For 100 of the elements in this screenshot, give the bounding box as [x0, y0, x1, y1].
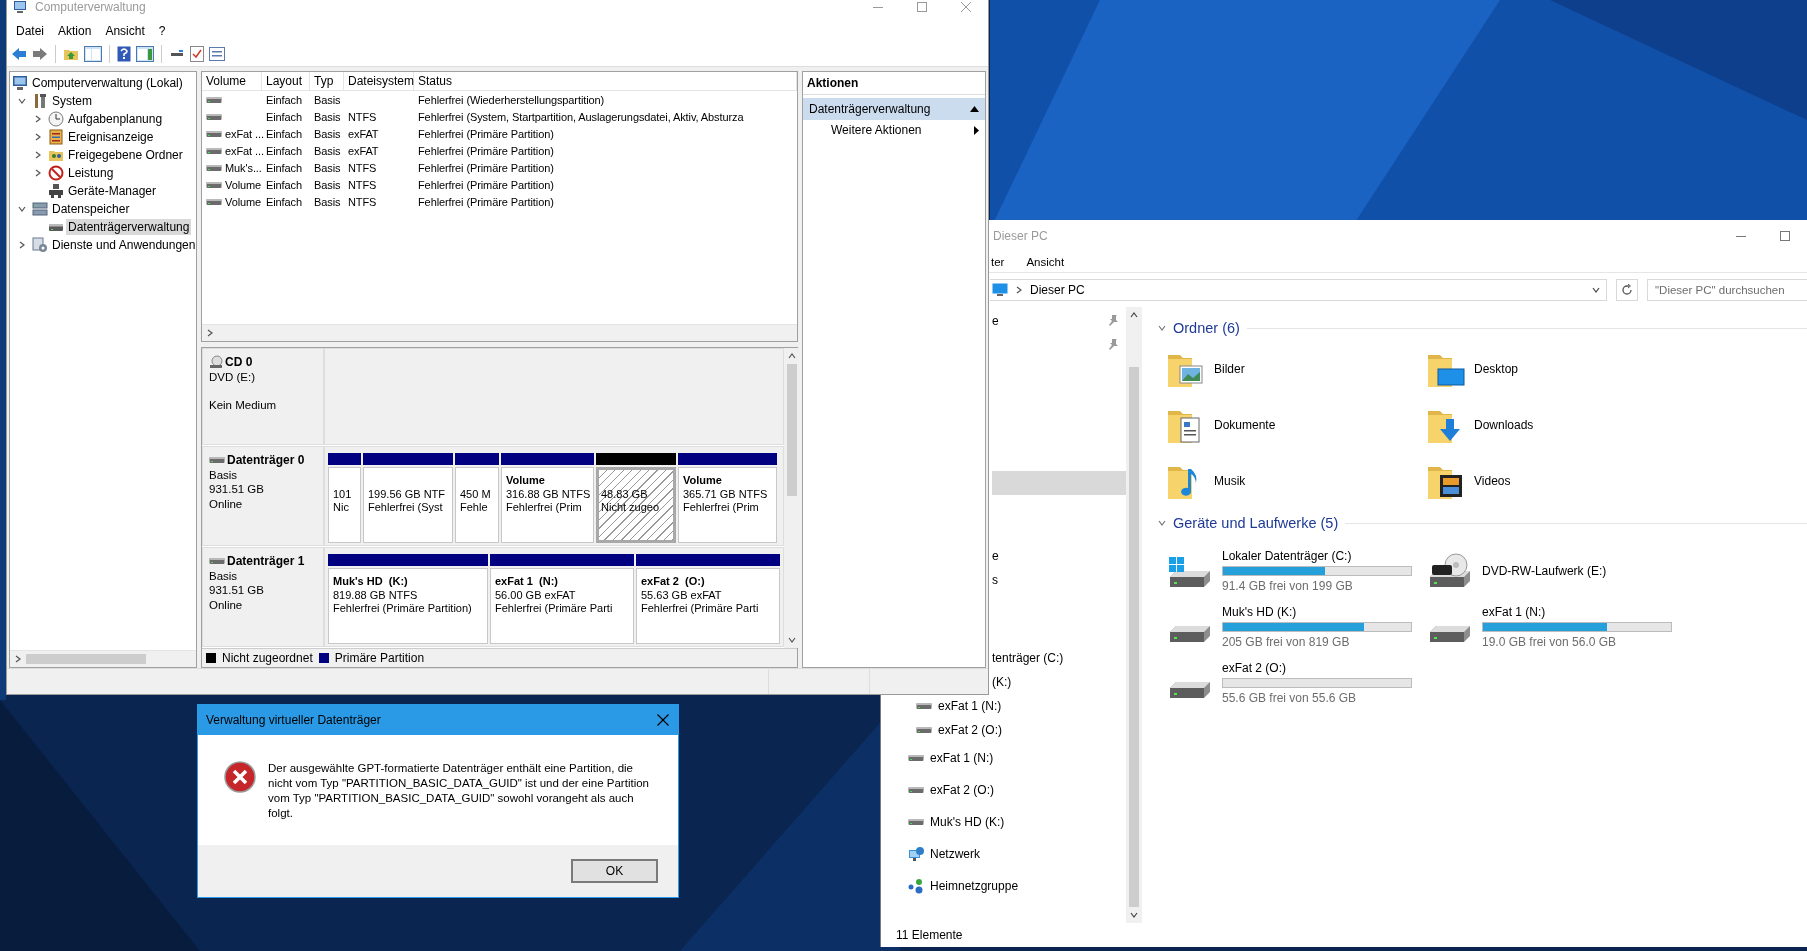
- actions-section[interactable]: Datenträgerverwaltung: [803, 98, 985, 120]
- drive-tile[interactable]: DVD-RW-Laufwerk (E:): [1426, 543, 1686, 599]
- column-header[interactable]: Typ: [310, 72, 344, 90]
- search-field[interactable]: "Dieser PC" durchsuchen: [1647, 279, 1807, 301]
- breadcrumb-chevron-icon[interactable]: [1015, 286, 1023, 294]
- navigation-item[interactable]: e: [992, 309, 1126, 333]
- expander-icon[interactable]: [34, 169, 42, 177]
- action-item[interactable]: Weitere Aktionen: [803, 120, 985, 140]
- partition[interactable]: exFat 1 (N:) 56.00 GB exFAT Fehlerfrei (Primäre Parti: [490, 568, 634, 644]
- drive-tile[interactable]: Lokaler Datenträger (C:) 91.4 GB frei von 199 GB: [1166, 543, 1426, 599]
- partition[interactable]: 48.83 GB Nicht zugeo: [596, 467, 676, 543]
- expander-icon[interactable]: [34, 115, 42, 123]
- scroll-down-icon[interactable]: [788, 636, 796, 644]
- scroll-down-icon[interactable]: [1130, 911, 1138, 919]
- tree-item[interactable]: Datenspeicher: [10, 200, 196, 218]
- pin-icon[interactable]: [1108, 315, 1118, 326]
- ok-button[interactable]: OK: [571, 859, 658, 883]
- drive-tile[interactable]: Muk's HD (K:) 205 GB frei von 819 GB: [1166, 599, 1426, 655]
- forward-arrow-icon[interactable]: [32, 46, 48, 61]
- partition[interactable]: Muk's HD (K:) 819.88 GB NTFS Fehlerfrei (Primäre Partition): [328, 568, 488, 644]
- expander-icon[interactable]: [34, 133, 42, 141]
- tree-item[interactable]: Computerverwaltung (Lokal): [10, 74, 196, 92]
- checklist-icon[interactable]: [190, 45, 204, 62]
- partition[interactable]: 199.56 GB NTF Fehlerfrei (Syst: [363, 467, 453, 543]
- column-header[interactable]: Volume: [202, 72, 262, 90]
- table-row[interactable]: exFat ... Einfach Basis exFAT Fehlerfrei (Primäre Partition): [202, 125, 797, 142]
- menu-item[interactable]: Datei: [9, 24, 51, 38]
- table-row[interactable]: Einfach Basis NTFS Fehlerfrei (System, Startpartition, Auslagerungsdatei, Aktiv, Absturza: [202, 108, 797, 125]
- navigation-item[interactable]: (K:): [992, 670, 1126, 694]
- table-row[interactable]: Volume Einfach Basis NTFS Fehlerfrei (Primäre Partition): [202, 176, 797, 193]
- navigation-item[interactable]: tenträger (C:): [992, 646, 1126, 670]
- table-row[interactable]: Einfach Basis Fehlerfrei (Wiederherstellungspartition): [202, 91, 797, 108]
- pin-icon[interactable]: [1108, 339, 1118, 350]
- refresh-button[interactable]: [1616, 279, 1638, 301]
- properties-icon[interactable]: [209, 46, 225, 61]
- table-row[interactable]: exFat ... Einfach Basis exFAT Fehlerfrei (Primäre Partition): [202, 142, 797, 159]
- disk-label[interactable]: Datenträger 0 Basis 931.51 GB Online: [202, 446, 324, 546]
- tree-item[interactable]: Freigegebene Ordner: [10, 146, 196, 164]
- folder-tile[interactable]: Musik: [1166, 453, 1426, 509]
- ribbon-tab[interactable]: ter: [991, 256, 1005, 268]
- scroll-right-icon[interactable]: [206, 329, 214, 337]
- tree-item[interactable]: Aufgabenplanung: [10, 110, 196, 128]
- console-tree-icon[interactable]: [84, 45, 102, 62]
- scrollbar[interactable]: [784, 348, 800, 648]
- close-icon[interactable]: [961, 2, 971, 12]
- navigation-item[interactable]: Heimnetzgruppe: [881, 870, 1126, 902]
- navigation-item[interactable]: exFat 1 (N:): [881, 742, 1126, 774]
- folder-tile[interactable]: Dokumente: [1166, 397, 1426, 453]
- navigation-item[interactable]: Netzwerk: [881, 838, 1126, 870]
- scroll-up-icon[interactable]: [1130, 311, 1138, 319]
- column-header[interactable]: Dateisystem: [344, 72, 414, 90]
- ribbon-tab[interactable]: Ansicht: [1026, 256, 1065, 268]
- menu-item[interactable]: Aktion: [51, 24, 99, 38]
- table-row[interactable]: Volume Einfach Basis NTFS Fehlerfrei (Primäre Partition): [202, 193, 797, 210]
- partition[interactable]: Volume 365.71 GB NTFS Fehlerfrei (Prim: [678, 467, 777, 543]
- folder-tile[interactable]: Videos: [1426, 453, 1686, 509]
- table-row[interactable]: Muk's... Einfach Basis NTFS Fehlerfrei (Primäre Partition): [202, 159, 797, 176]
- folder-tile[interactable]: Downloads: [1426, 397, 1686, 453]
- folder-tile[interactable]: Bilder: [1166, 341, 1426, 397]
- collapse-chevron-icon[interactable]: [1158, 324, 1166, 332]
- partition[interactable]: 101 Nic: [328, 467, 361, 543]
- tree-item[interactable]: System: [10, 92, 196, 110]
- tree-item[interactable]: Ereignisanzeige: [10, 128, 196, 146]
- scrollbar[interactable]: [202, 324, 797, 341]
- dropdown-chevron-icon[interactable]: [1592, 286, 1600, 294]
- navigation-item[interactable]: s: [992, 568, 1126, 592]
- partition[interactable]: Volume 316.88 GB NTFS Fehlerfrei (Prim: [501, 467, 594, 543]
- expander-icon[interactable]: [18, 97, 26, 105]
- disk-label[interactable]: CD 0 DVD (E:) Kein Medium: [202, 348, 324, 445]
- partition[interactable]: 450 M Fehle: [455, 467, 499, 543]
- drive-tile[interactable]: exFat 2 (O:) 55.6 GB frei von 55.6 GB: [1166, 655, 1426, 711]
- navigation-item[interactable]: exFat 2 (O:): [881, 718, 1126, 742]
- scrollbar[interactable]: [10, 650, 196, 667]
- navigation-item[interactable]: exFat 1 (N:): [881, 694, 1126, 718]
- navigation-item[interactable]: exFat 2 (O:): [881, 774, 1126, 806]
- action-pane-icon[interactable]: [136, 45, 154, 62]
- scroll-right-icon[interactable]: [14, 655, 22, 663]
- navigation-item[interactable]: e: [992, 544, 1126, 568]
- maximize-icon[interactable]: [917, 2, 927, 12]
- drive-tile[interactable]: exFat 1 (N:) 19.0 GB frei von 56.0 GB: [1426, 599, 1686, 655]
- tree-item[interactable]: Geräte-Manager: [10, 182, 196, 200]
- menu-item[interactable]: Ansicht: [98, 24, 152, 38]
- menu-item[interactable]: ?: [151, 24, 173, 38]
- address-bar[interactable]: Dieser PC: [990, 279, 1607, 301]
- column-header[interactable]: Layout: [262, 72, 310, 90]
- expander-icon[interactable]: [18, 241, 26, 249]
- back-arrow-icon[interactable]: [11, 46, 27, 61]
- expander-icon[interactable]: [34, 151, 42, 159]
- help-icon[interactable]: [117, 45, 131, 62]
- column-header[interactable]: Status: [414, 72, 797, 90]
- tree-item[interactable]: Dienste und Anwendungen: [10, 236, 196, 254]
- tree-item[interactable]: Leistung: [10, 164, 196, 182]
- navigation-item[interactable]: Muk's HD (K:): [881, 806, 1126, 838]
- folder-tile[interactable]: Desktop: [1426, 341, 1686, 397]
- partition[interactable]: exFat 2 (O:) 55.63 GB exFAT Fehlerfrei (Primäre Parti: [636, 568, 780, 644]
- collapse-chevron-icon[interactable]: [1158, 519, 1166, 527]
- close-icon[interactable]: [657, 714, 669, 726]
- maximize-icon[interactable]: [1780, 231, 1790, 241]
- expander-icon[interactable]: [18, 205, 26, 213]
- group-title[interactable]: Geräte und Laufwerke (5): [1173, 515, 1339, 531]
